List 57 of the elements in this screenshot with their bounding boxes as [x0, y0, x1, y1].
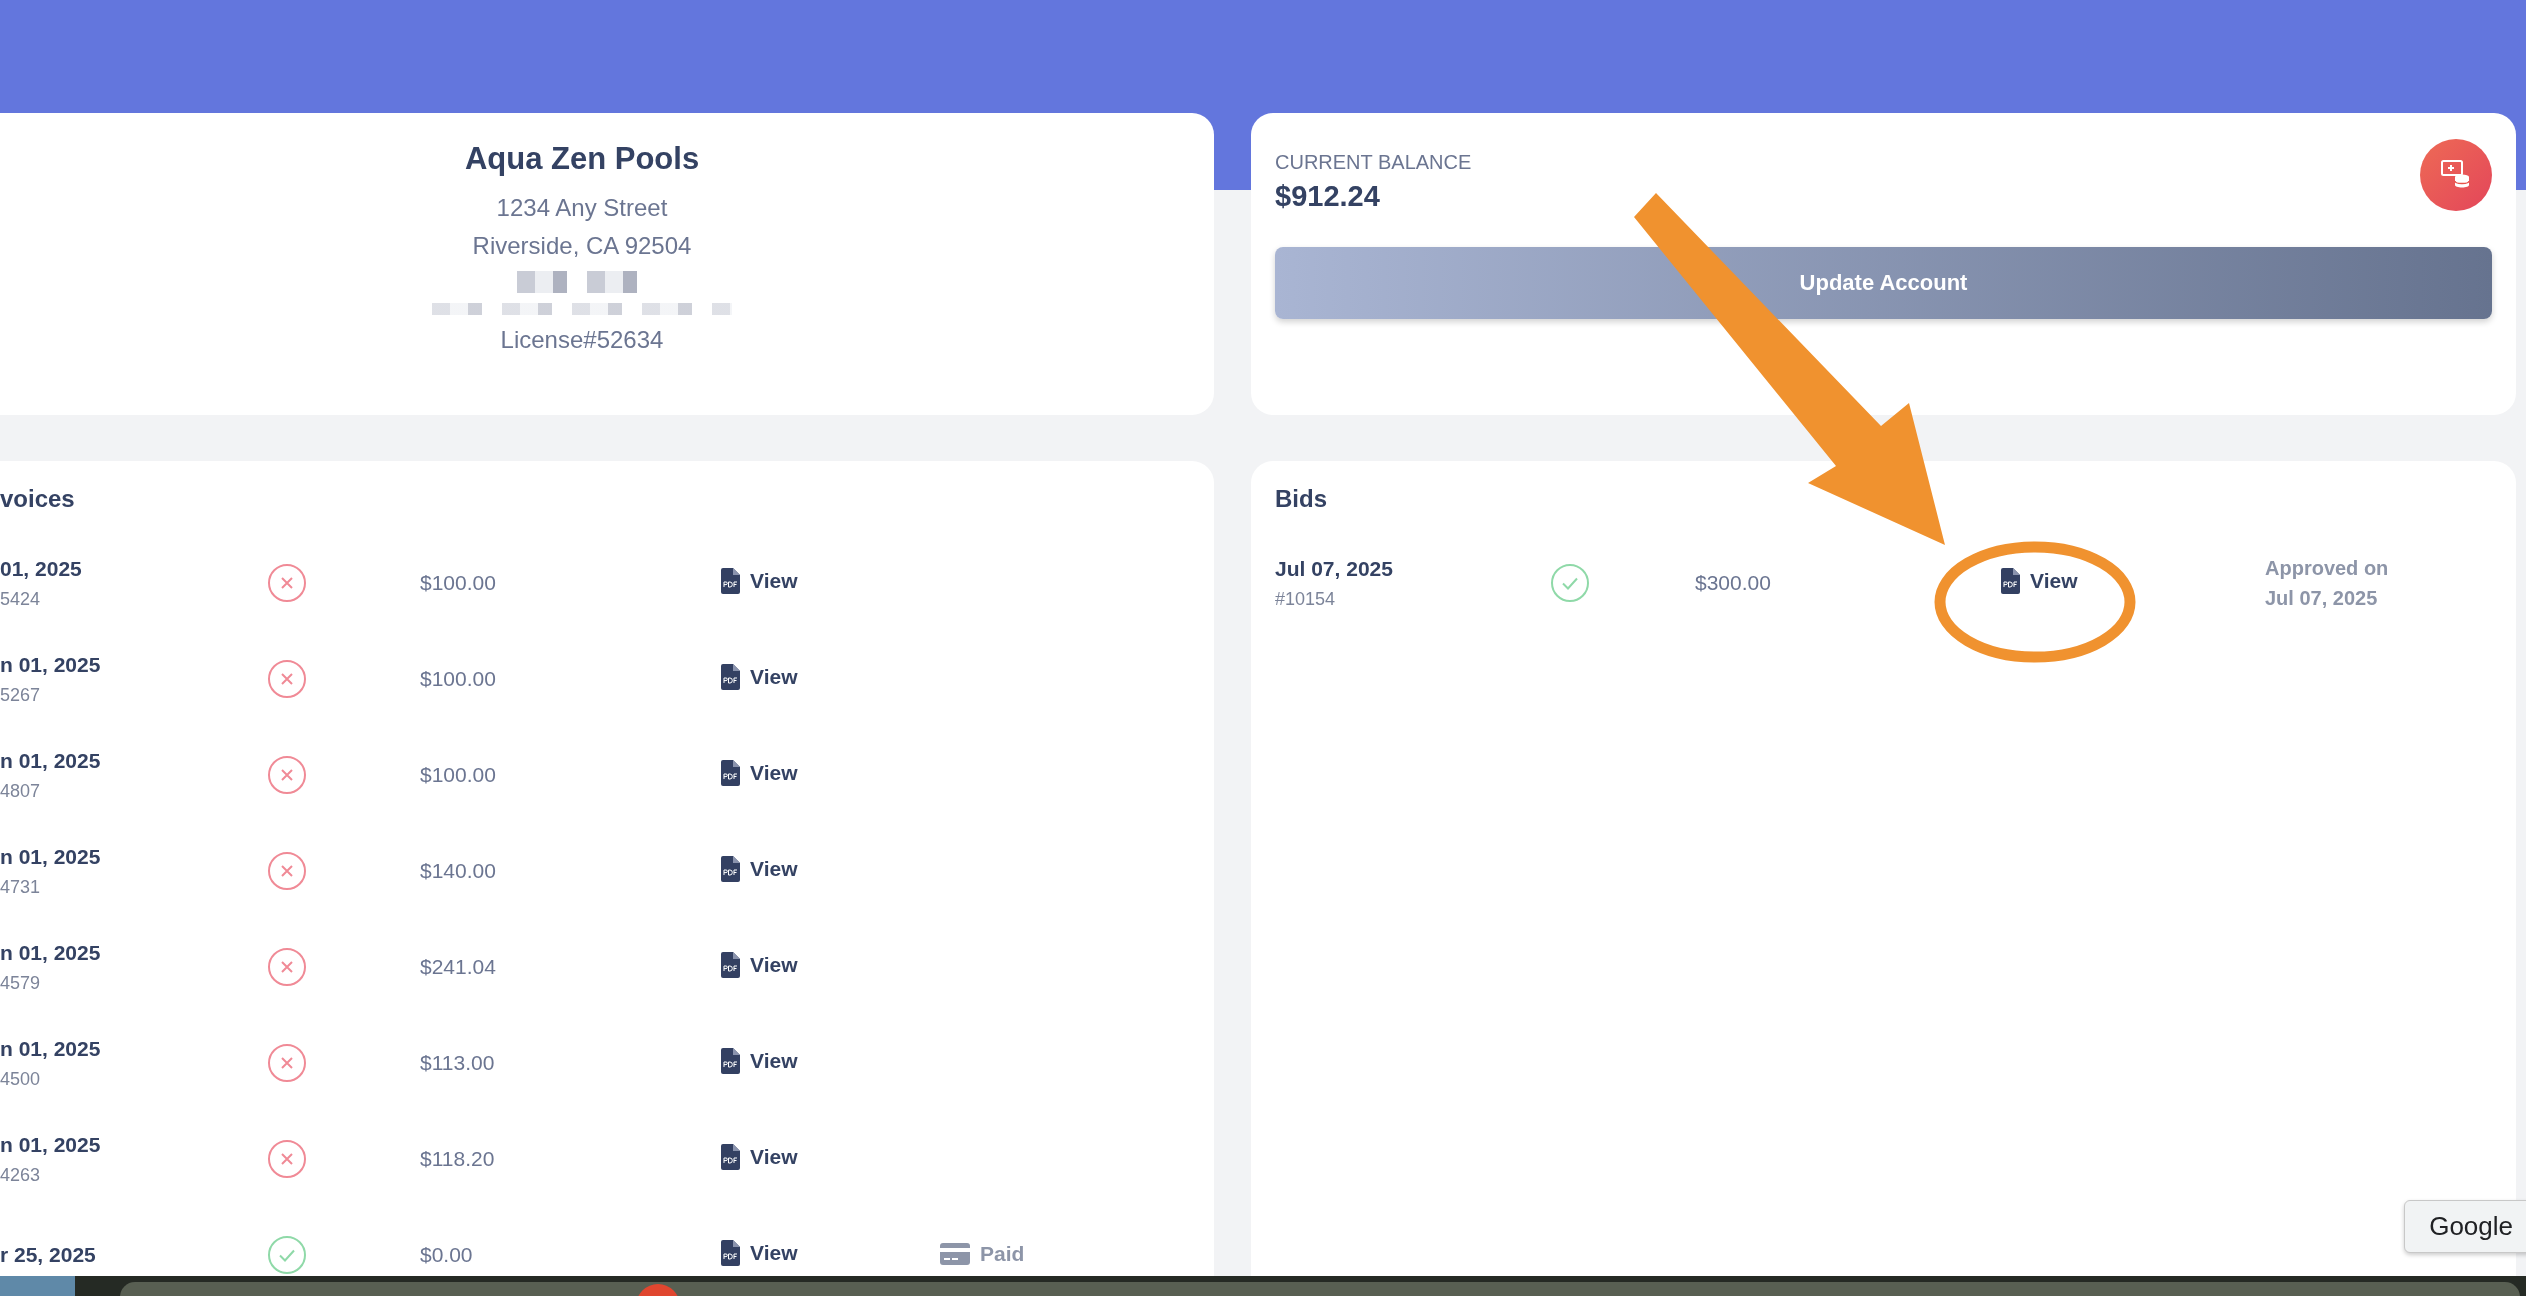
- section-title: Bids: [1275, 485, 1328, 513]
- pdf-file-icon: [720, 856, 740, 882]
- row-amount: $118.20: [420, 1147, 496, 1171]
- view-link[interactable]: View: [720, 568, 798, 594]
- address-line: Riverside, CA 92504: [472, 231, 692, 261]
- view-link[interactable]: View: [2000, 568, 2078, 594]
- view-link[interactable]: View: [720, 664, 798, 690]
- row-number: 4500: [0, 1068, 41, 1090]
- row-number: #10154: [1275, 588, 1336, 610]
- pdf-file-icon: [720, 1240, 740, 1266]
- approval-text: Approved on Jul 07, 2025: [2265, 556, 2390, 611]
- company-name: Aqua Zen Pools: [464, 141, 700, 177]
- pdf-file-icon: [720, 1048, 740, 1074]
- pdf-file-icon: [720, 664, 740, 690]
- view-link[interactable]: View: [720, 1240, 798, 1266]
- credit-card-icon: [940, 1242, 970, 1265]
- tooltip: Google: [2404, 1200, 2526, 1253]
- row-amount: $140.00: [420, 859, 497, 883]
- view-link[interactable]: View: [720, 760, 798, 786]
- row-amount: $0.00: [420, 1243, 474, 1267]
- pdf-file-icon: [720, 1144, 740, 1170]
- row-date: Jul 07, 2025: [1275, 556, 1393, 581]
- taskbar-icon[interactable]: [0, 1276, 75, 1296]
- row-amount: $100.00: [420, 763, 497, 787]
- pdf-file-icon: [720, 760, 740, 786]
- address-line: 1234 Any Street: [496, 193, 668, 223]
- row-date: n 01, 2025: [0, 652, 101, 677]
- row-date: n 01, 2025: [0, 1132, 101, 1157]
- row-date: n 01, 2025: [0, 844, 101, 869]
- row-date: 01, 2025: [0, 556, 82, 581]
- row-number: 4807: [0, 780, 41, 802]
- row-number: 5267: [0, 684, 41, 706]
- money-stack-icon: [2441, 160, 2471, 190]
- section-title: voices: [0, 485, 76, 513]
- row-date: n 01, 2025: [0, 940, 101, 965]
- row-date: n 01, 2025: [0, 1036, 101, 1061]
- license-number: License#52634: [500, 325, 664, 355]
- row-amount: $113.00: [420, 1051, 496, 1075]
- row-amount: $100.00: [420, 667, 497, 691]
- view-link[interactable]: View: [720, 1048, 798, 1074]
- row-number: 4579: [0, 972, 41, 994]
- row-date: r 25, 2025: [0, 1243, 96, 1267]
- row-amount: $100.00: [420, 571, 497, 595]
- row-amount: $241.04: [420, 955, 497, 979]
- row-amount: $300.00: [1695, 571, 1772, 595]
- balance-amount: $912.24: [1275, 180, 1381, 213]
- row-number: 4731: [0, 876, 41, 898]
- row-number: 4263: [0, 1164, 41, 1186]
- pdf-file-icon: [720, 568, 740, 594]
- row-number: 5424: [0, 588, 41, 610]
- view-link[interactable]: View: [720, 1144, 798, 1170]
- pdf-file-icon: [2000, 568, 2020, 594]
- balance-label: CURRENT BALANCE: [1275, 151, 1472, 174]
- pdf-file-icon: [720, 952, 740, 978]
- view-link[interactable]: View: [720, 856, 798, 882]
- view-link[interactable]: View: [720, 952, 798, 978]
- row-date: n 01, 2025: [0, 748, 101, 773]
